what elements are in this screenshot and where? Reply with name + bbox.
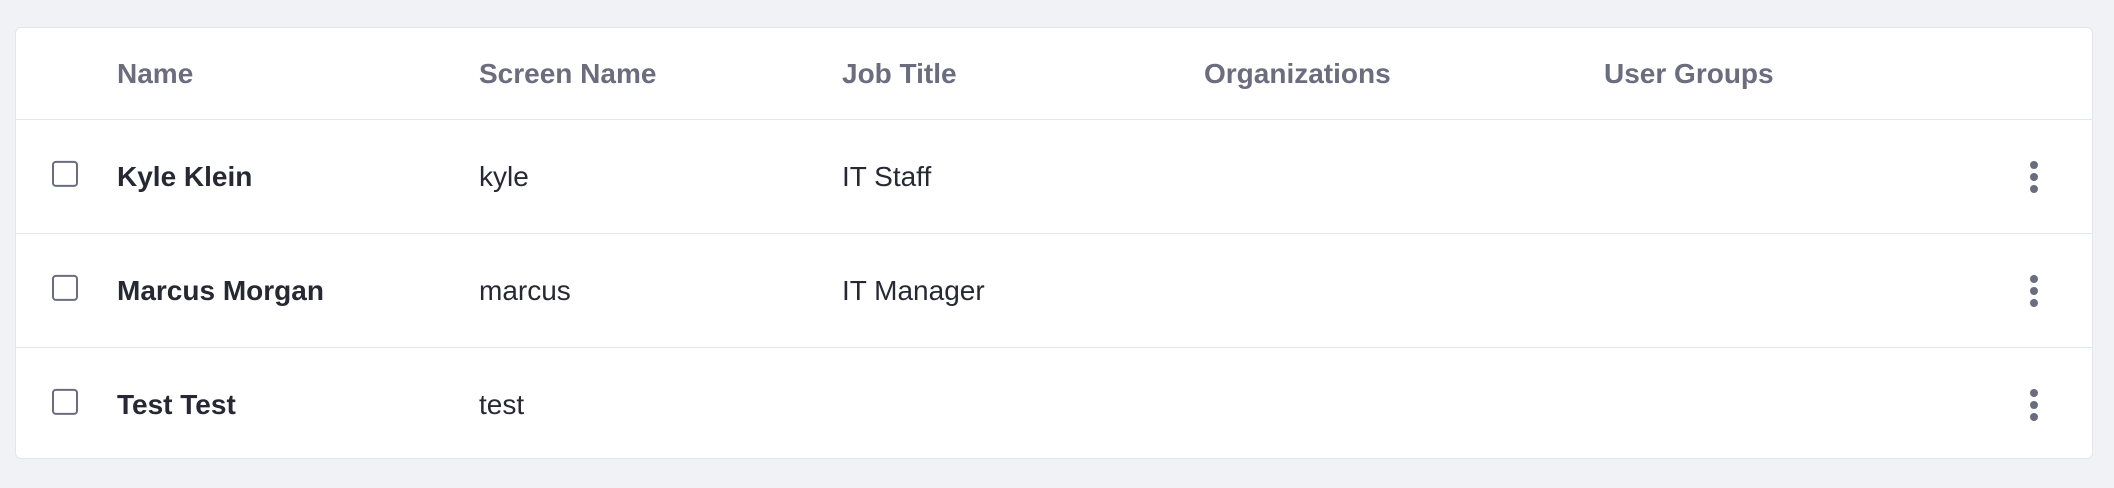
- ellipsis-vertical-icon[interactable]: [2020, 385, 2048, 425]
- column-header-name[interactable]: Name: [117, 58, 193, 90]
- table-row: Test Test test: [16, 348, 2092, 458]
- user-screen-name: marcus: [479, 274, 571, 306]
- ellipsis-vertical-icon[interactable]: [2020, 271, 2048, 311]
- user-screen-name: kyle: [479, 160, 529, 192]
- table-row: Marcus Morgan marcus IT Manager: [16, 234, 2092, 348]
- user-screen-name: test: [479, 389, 525, 420]
- column-header-screen-name[interactable]: Screen Name: [479, 58, 656, 90]
- user-job-title: IT Manager: [842, 274, 985, 306]
- row-select-checkbox[interactable]: [52, 388, 78, 415]
- column-header-user-groups[interactable]: User Groups: [1604, 58, 1774, 90]
- user-job-title: IT Staff: [842, 160, 932, 192]
- ellipsis-vertical-icon[interactable]: [2020, 157, 2048, 197]
- column-header-job-title[interactable]: Job Title: [842, 58, 957, 90]
- user-name-link[interactable]: Marcus Morgan: [117, 275, 324, 307]
- users-table: Name Screen Name Job Title Organizations…: [15, 27, 2093, 459]
- table-header-row: Name Screen Name Job Title Organizations…: [16, 28, 2092, 120]
- user-name-link[interactable]: Test Test: [117, 389, 236, 421]
- user-name-link[interactable]: Kyle Klein: [117, 161, 252, 193]
- table-row: Kyle Klein kyle IT Staff: [16, 120, 2092, 234]
- row-select-checkbox[interactable]: [52, 274, 78, 301]
- row-select-checkbox[interactable]: [52, 160, 78, 187]
- column-header-organizations[interactable]: Organizations: [1204, 58, 1391, 90]
